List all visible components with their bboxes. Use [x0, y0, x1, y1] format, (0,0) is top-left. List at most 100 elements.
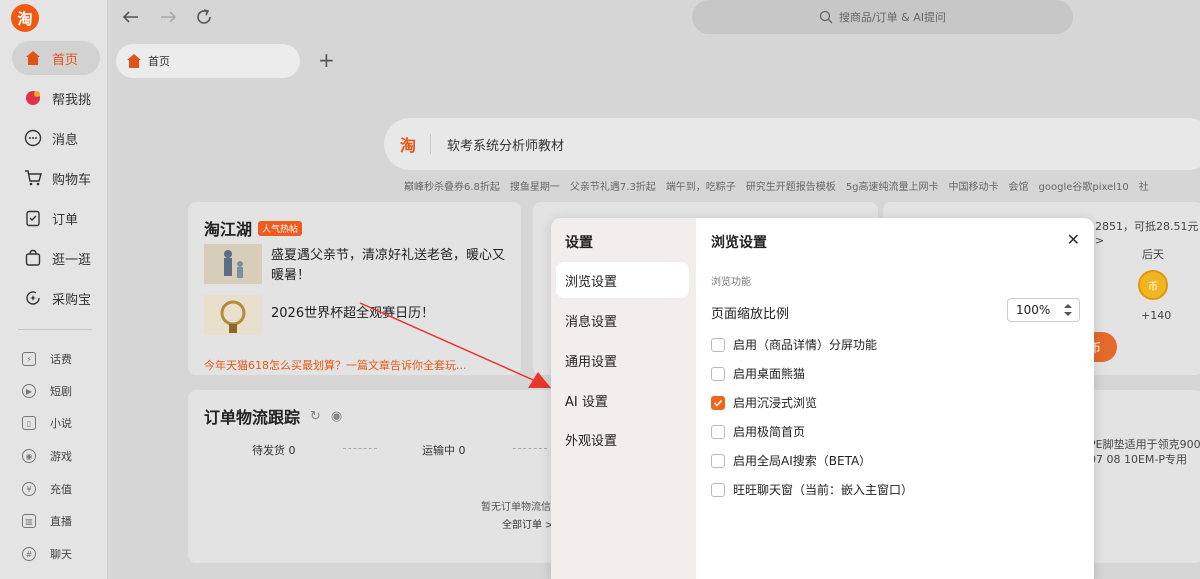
sidebar-sub-games[interactable]: ◉ 游戏 [22, 447, 72, 465]
sidebar-item-browse[interactable]: 逛一逛 [12, 241, 100, 275]
option-global-ai-search[interactable]: 启用全局AI搜索（BETA） [711, 452, 871, 469]
sidebar-sub-label: 游戏 [50, 450, 72, 463]
settings-nav-label: 通用设置 [565, 354, 618, 370]
sidebar-sub-live[interactable]: ▥ 直播 [22, 512, 72, 530]
option-label: 启用全局AI搜索（BETA） [733, 454, 872, 468]
back-icon[interactable] [121, 7, 141, 32]
hot-word[interactable]: 父亲节礼遇7.3折起 [570, 178, 656, 193]
hot-word[interactable]: 中国移动卡 [949, 178, 999, 193]
stat-in-transit[interactable]: 运输中 0 [422, 442, 466, 458]
checkbox[interactable] [711, 482, 725, 497]
coin-gain: +140 [1141, 309, 1172, 322]
sidebar-item-label: 购物车 [52, 172, 92, 188]
forward-icon[interactable] [158, 7, 178, 32]
hot-word[interactable]: 社 [1139, 178, 1149, 193]
sidebar-item-messages[interactable]: 消息 [12, 121, 100, 155]
tab-home[interactable]: 首页 [116, 44, 300, 78]
option-desktop-panda[interactable]: 启用桌面熊猫 [711, 365, 805, 382]
taobao-logo[interactable]: 淘 [11, 4, 39, 32]
hot-word[interactable]: 会馆 [1009, 178, 1029, 193]
updown-arrow-icon [1064, 304, 1072, 316]
sidebar-sub-short-drama[interactable]: ▶ 短剧 [22, 382, 72, 400]
sidebar-item-help-pick[interactable]: 帮我挑 [12, 81, 100, 115]
settings-content: 浏览设置 ✕ 浏览功能 页面缩放比例 100% 启用（商品详情）分屏功能 启用桌… [696, 218, 1094, 579]
settings-nav-general[interactable]: 通用设置 [556, 342, 689, 378]
hot-word[interactable]: 研究生开题报告模板 [746, 178, 836, 193]
sidebar-sub-novel[interactable]: ▯ 小说 [22, 414, 72, 432]
option-minimal-home[interactable]: 启用极简首页 [711, 423, 805, 440]
taojianghu-title-text: 淘江湖 [204, 220, 253, 239]
option-wangwang-chat[interactable]: 旺旺聊天窗（当前：嵌入主窗口） [711, 481, 913, 498]
red-arrow-annotation [359, 302, 551, 388]
checkbox[interactable] [711, 366, 725, 381]
sidebar-item-label: 逛一逛 [52, 252, 92, 268]
main-search-box[interactable]: 淘 软考系统分析师教材 [384, 118, 1200, 170]
sidebar-item-label: 首页 [52, 52, 79, 68]
gamepad-icon: ◉ [22, 449, 36, 463]
order-tracking-card: 订单物流跟踪 ↻ ◉ 待发货 0 运输中 0 暂无订单物流信 全部订单 > [188, 390, 558, 563]
home-icon [24, 49, 42, 67]
sidebar-sub-recharge[interactable]: ¥ 充值 [22, 480, 72, 498]
zoom-select[interactable]: 100% [1007, 298, 1080, 322]
settings-nav-ai[interactable]: AI 设置 [556, 382, 689, 418]
stat-divider [513, 448, 547, 449]
hot-word[interactable]: 5g高速纯流量上网卡 [846, 178, 939, 193]
sidebar-sub-label: 充值 [50, 483, 72, 496]
sparkle-icon [24, 89, 42, 107]
reload-icon[interactable] [194, 7, 214, 32]
refresh-star-icon [24, 289, 42, 307]
chat-icon [24, 129, 42, 147]
checkbox[interactable] [711, 337, 725, 352]
product-title-line1[interactable]: PE脚垫适用于领克900 [1089, 436, 1200, 452]
sidebar-item-procurement[interactable]: 采购宝 [12, 281, 100, 315]
sidebar-item-label: 消息 [52, 132, 79, 148]
top-search-input[interactable]: 搜商品/订单 & AI提问 [692, 0, 1073, 34]
tab-label: 首页 [148, 55, 170, 68]
hot-word[interactable]: 搜鱼星期一 [510, 178, 560, 193]
sidebar-item-home[interactable]: 首页 [12, 41, 100, 75]
tracking-title: 订单物流跟踪 ↻ ◉ [204, 404, 342, 428]
checkbox-checked[interactable] [711, 395, 725, 410]
checkbox[interactable] [711, 453, 725, 468]
stat-pending-shipment[interactable]: 待发货 0 [252, 442, 296, 458]
post-thumbnail[interactable] [204, 244, 262, 284]
checkbox[interactable] [711, 424, 725, 439]
sidebar-item-orders[interactable]: 订单 [12, 201, 100, 235]
refresh-icon[interactable]: ↻ [310, 409, 321, 424]
option-immersive-browse[interactable]: 启用沉浸式浏览 [711, 394, 817, 411]
settings-nav-browse[interactable]: 浏览设置 [556, 262, 689, 298]
post-thumbnail[interactable] [204, 295, 262, 335]
post-text[interactable]: 盛夏遇父亲节，清凉好礼送老爸，暖心又暖暑！ [271, 246, 511, 286]
clipboard-icon [24, 209, 42, 227]
settings-nav-appearance[interactable]: 外观设置 [556, 421, 689, 457]
sidebar-sub-chat[interactable]: # 聊天 [22, 545, 72, 563]
hot-word[interactable]: 巅峰秒杀叠券6.8折起 [404, 178, 500, 193]
sidebar-sub-phone-bill[interactable]: ⚡ 话费 [22, 350, 72, 368]
book-icon: ▯ [22, 416, 36, 430]
search-placeholder: 搜商品/订单 & AI提问 [838, 11, 947, 24]
close-icon[interactable]: ✕ [1067, 230, 1080, 249]
all-orders-link[interactable]: 全部订单 > [502, 516, 554, 531]
sidebar-item-label: 帮我挑 [52, 92, 92, 108]
points-text[interactable]: 2851，可抵28.51元 > [1095, 218, 1200, 247]
tracking-title-text: 订单物流跟踪 [204, 408, 301, 427]
option-split-screen[interactable]: 启用（商品详情）分屏功能 [711, 336, 877, 353]
sidebar-divider [18, 329, 92, 330]
coin-icon: ¥ [22, 482, 36, 496]
hot-word[interactable]: google谷歌pixel10 [1039, 178, 1129, 193]
settings-sidebar: 设置 浏览设置 消息设置 通用设置 AI 设置 外观设置 [551, 218, 696, 579]
settings-section-title: 浏览设置 [711, 235, 767, 251]
option-label: 启用桌面熊猫 [733, 367, 806, 381]
settings-nav-message[interactable]: 消息设置 [556, 302, 689, 338]
sidebar-item-cart[interactable]: 购物车 [12, 161, 100, 195]
eye-icon[interactable]: ◉ [331, 409, 342, 424]
coin-icon: 币 [1138, 270, 1168, 300]
hot-word[interactable]: 端午到，吃粽子 [666, 178, 736, 193]
settings-nav-label: 外观设置 [565, 433, 618, 449]
product-title-line2[interactable]: 07 08 10EM-P专用 [1089, 451, 1187, 467]
new-tab-button[interactable]: + [318, 48, 335, 72]
zoom-value: 100% [1016, 303, 1051, 317]
main-search-query[interactable]: 软考系统分析师教材 [447, 135, 564, 154]
sidebar: 淘 首页 帮我挑 消息 购物车 订单 逛一逛 采购宝 ⚡ 话费 ▶ 短剧 ▯ 小… [0, 0, 108, 579]
play-icon: ▶ [22, 384, 36, 398]
